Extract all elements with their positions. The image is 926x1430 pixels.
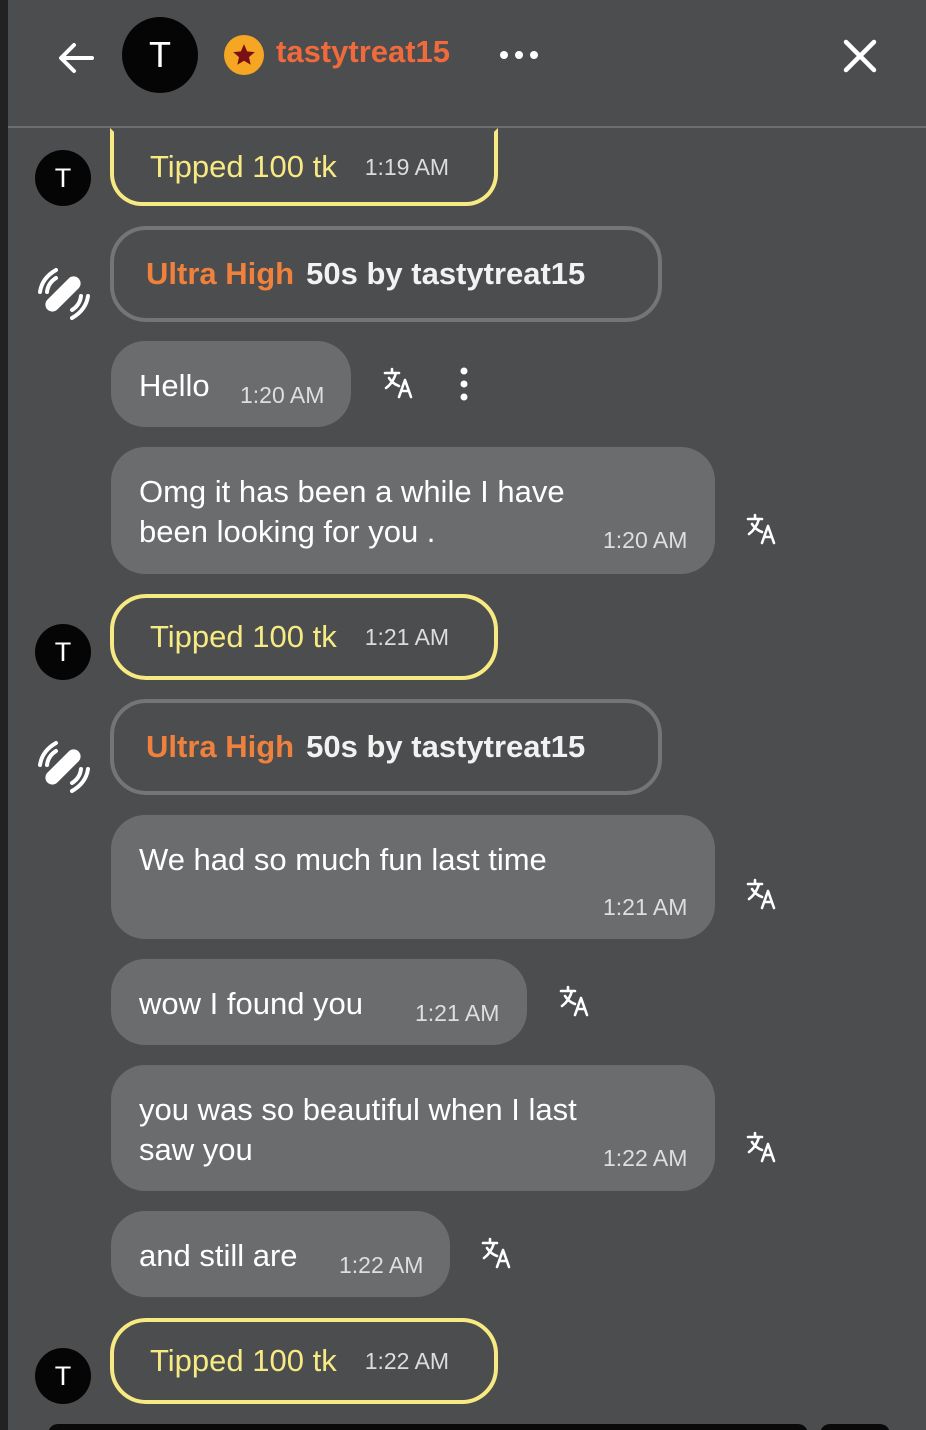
message-text-line-2: been looking for you . (139, 514, 436, 549)
vibration-icon (34, 264, 94, 324)
close-button[interactable] (840, 36, 880, 76)
message-options-icon[interactable] (459, 366, 469, 402)
close-icon (843, 39, 877, 73)
tipper-avatar[interactable]: T (35, 150, 91, 206)
vibration-detail: 50s by tastytreat15 (306, 256, 586, 291)
message-time: 1:19 AM (364, 153, 450, 180)
translate-icon[interactable] (558, 984, 592, 1018)
message-text: and still are (139, 1238, 298, 1273)
vibration-level: Ultra High (146, 729, 295, 764)
translate-icon[interactable] (745, 512, 779, 546)
message-text: wow I found you (139, 986, 364, 1021)
back-arrow-icon (59, 43, 94, 73)
vibration-detail: 50s by tastytreat15 (306, 729, 586, 764)
message-time: 1:21 AM (415, 1000, 500, 1026)
tip-text: Tipped 100 tk (150, 149, 337, 184)
message-time: 1:22 AM (339, 1252, 424, 1278)
chat-message[interactable]: wow I found you 1:21 AM (111, 959, 527, 1045)
message-text: Hello (139, 368, 210, 403)
tipper-avatar[interactable]: T (35, 624, 91, 680)
chat-header: T tastytreat15 (8, 0, 926, 128)
chat-message[interactable]: We had so much fun last time 1:21 AM (111, 815, 715, 939)
vibration-message: Ultra High 50s by tastytreat15 (110, 699, 662, 795)
message-time: 1:21 AM (364, 623, 450, 650)
translate-icon[interactable] (382, 366, 416, 400)
chat-window: T tastytreat15 T Tipped 100 tk 1:19 AM U… (8, 0, 926, 1430)
translate-icon[interactable] (745, 877, 779, 911)
tip-text: Tipped 100 tk (150, 1343, 337, 1378)
message-text: We had so much fun last time (139, 842, 547, 877)
message-time: 1:20 AM (240, 382, 325, 408)
tip-text: Tipped 100 tk (150, 619, 337, 654)
chat-message[interactable]: you was so beautiful when I last saw you… (111, 1065, 715, 1191)
translate-icon[interactable] (745, 1130, 779, 1164)
vibration-message: Ultra High 50s by tastytreat15 (110, 226, 662, 322)
tip-message: Tipped 100 tk 1:19 AM (110, 128, 498, 206)
message-time: 1:22 AM (603, 1145, 688, 1171)
message-time: 1:21 AM (603, 894, 688, 920)
star-badge-icon (224, 35, 264, 75)
message-text-line-1: you was so beautiful when I last (139, 1092, 577, 1127)
message-text-line-2: saw you (139, 1132, 253, 1167)
tipper-avatar[interactable]: T (35, 1348, 91, 1404)
avatar[interactable]: T (122, 17, 198, 93)
send-button-edge[interactable] (820, 1424, 890, 1430)
more-dots-icon (500, 51, 538, 59)
tip-message: Tipped 100 tk 1:22 AM (110, 1318, 498, 1404)
back-button[interactable] (54, 36, 98, 80)
message-text-line-1: Omg it has been a while I have (139, 474, 565, 509)
username[interactable]: tastytreat15 (276, 34, 450, 70)
message-time: 1:20 AM (603, 527, 688, 553)
chat-message[interactable]: Omg it has been a while I have been look… (111, 447, 715, 574)
message-time: 1:22 AM (364, 1347, 450, 1374)
composer-bar-edge (48, 1424, 808, 1430)
chat-message[interactable]: and still are 1:22 AM (111, 1211, 450, 1297)
vibration-icon (34, 737, 94, 797)
chat-message[interactable]: Hello 1:20 AM (111, 341, 351, 427)
translate-icon[interactable] (480, 1236, 514, 1270)
vibration-level: Ultra High (146, 256, 295, 291)
tip-message: Tipped 100 tk 1:21 AM (110, 594, 498, 680)
more-options-button[interactable] (498, 40, 542, 70)
